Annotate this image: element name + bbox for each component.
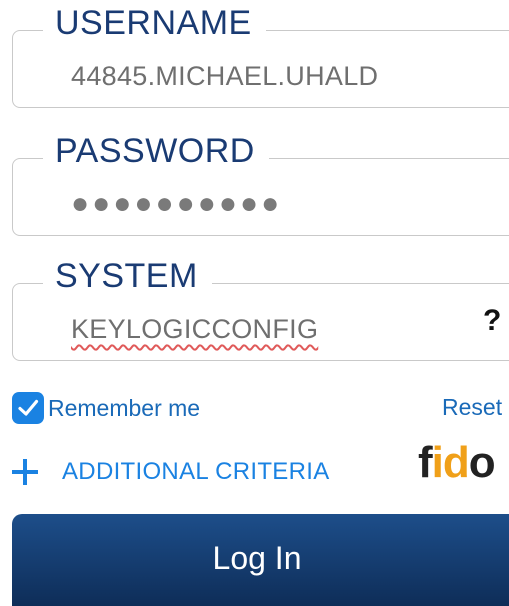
password-label: PASSWORD [43, 131, 269, 171]
fido-logo: fido [418, 438, 496, 487]
username-input[interactable]: 44845.MICHAEL.UHALD [71, 61, 378, 92]
password-input[interactable]: ●●●●●●●●●● [71, 187, 282, 221]
login-button[interactable]: Log In [12, 514, 509, 606]
system-label: SYSTEM [43, 256, 212, 296]
remember-me-toggle[interactable]: Remember me [12, 392, 200, 424]
reset-link[interactable]: Reset [442, 394, 502, 421]
login-button-label: Log In [212, 540, 302, 576]
password-field[interactable]: PASSWORD ●●●●●●●●●● [12, 131, 509, 236]
additional-criteria-toggle[interactable]: ADDITIONAL CRITERIA [12, 458, 330, 486]
plus-icon[interactable] [12, 459, 38, 485]
additional-criteria-label[interactable]: ADDITIONAL CRITERIA [62, 458, 330, 486]
system-field[interactable]: SYSTEM KEYLOGICCONFIG ? [12, 256, 509, 361]
system-input[interactable]: KEYLOGICCONFIG [71, 314, 318, 345]
username-label: USERNAME [43, 3, 266, 43]
checkmark-icon [18, 399, 39, 416]
username-field[interactable]: USERNAME 44845.MICHAEL.UHALD [12, 3, 509, 108]
remember-me-checkbox[interactable] [12, 392, 44, 424]
remember-me-label[interactable]: Remember me [48, 395, 200, 422]
help-icon[interactable]: ? [483, 304, 501, 338]
